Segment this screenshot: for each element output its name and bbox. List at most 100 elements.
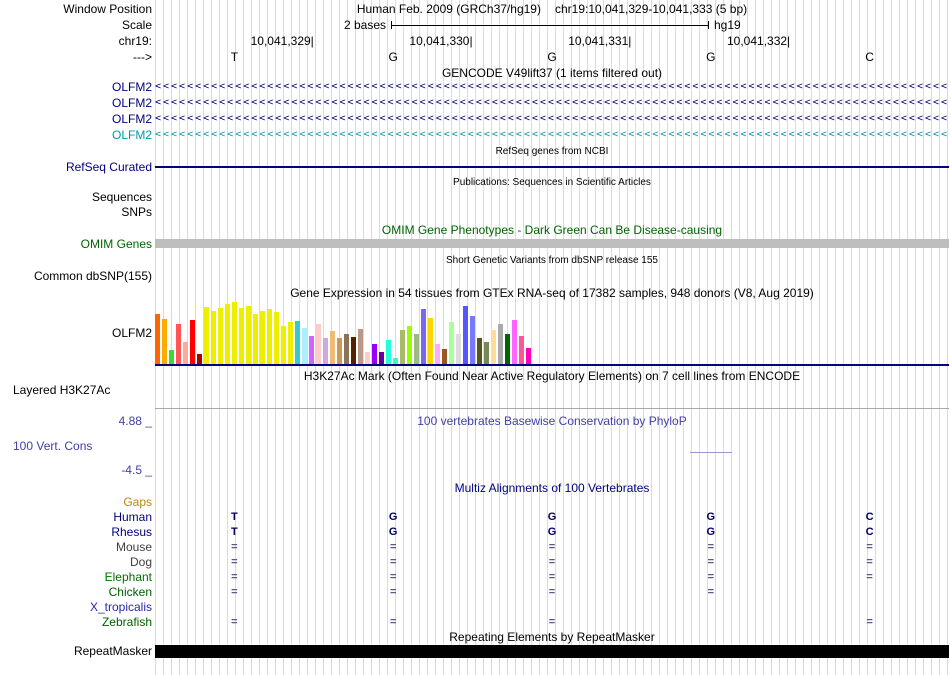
- gtex-track-title[interactable]: Gene Expression in 54 tissues from GTEx …: [155, 285, 949, 301]
- phylop-score-segment[interactable]: [690, 452, 732, 453]
- species-label-elephant[interactable]: Elephant: [0, 570, 152, 585]
- species-label-chicken[interactable]: Chicken: [0, 585, 152, 600]
- gtex-expression-bar[interactable]: [477, 338, 482, 364]
- gtex-expression-bar[interactable]: [442, 349, 447, 364]
- strand-direction-label: --->: [133, 50, 152, 64]
- phylop-track-title[interactable]: 100 vertebrates Basewise Conservation by…: [155, 413, 949, 429]
- h3k27ac-label[interactable]: Layered H3K27Ac: [0, 382, 152, 398]
- gtex-expression-bar[interactable]: [302, 328, 307, 364]
- refseq-curated-label[interactable]: RefSeq Curated: [0, 159, 152, 175]
- gene-label[interactable]: OLFM2: [0, 111, 152, 127]
- gtex-expression-bar[interactable]: [491, 330, 496, 364]
- gtex-expression-bar[interactable]: [358, 329, 363, 364]
- window-position-row: Window Position Human Feb. 2009 (GRCh37/…: [0, 1, 950, 17]
- gtex-expression-bar[interactable]: [498, 324, 503, 364]
- species-label-rhesus[interactable]: Rhesus: [0, 525, 152, 540]
- gtex-expression-bar[interactable]: [407, 326, 412, 364]
- gtex-expression-bar[interactable]: [295, 321, 300, 364]
- gtex-expression-bar[interactable]: [183, 342, 188, 364]
- species-label-human[interactable]: Human: [0, 510, 152, 525]
- gtex-expression-bar[interactable]: [435, 344, 440, 364]
- gtex-expression-bar[interactable]: [197, 354, 202, 364]
- gtex-expression-bar[interactable]: [505, 334, 510, 364]
- alignment-base: =: [548, 556, 556, 568]
- gtex-expression-bar[interactable]: [239, 308, 244, 364]
- scale-value: 2 bases: [343, 18, 386, 32]
- gtex-expression-bar[interactable]: [330, 331, 335, 364]
- gtex-expression-bar[interactable]: [323, 338, 328, 364]
- gtex-expression-bar[interactable]: [211, 311, 216, 364]
- scale-label: Scale: [121, 18, 152, 32]
- gtex-expression-bar[interactable]: [386, 340, 391, 364]
- species-label-zebrafish[interactable]: Zebrafish: [0, 615, 152, 630]
- gtex-expression-bar[interactable]: [470, 316, 475, 364]
- alignment-base: T: [231, 526, 238, 538]
- gtex-expression-bar[interactable]: [379, 352, 384, 364]
- species-label-dog[interactable]: Dog: [0, 555, 152, 570]
- gtex-expression-bar[interactable]: [267, 309, 272, 364]
- multiz-track-title[interactable]: Multiz Alignments of 100 Vertebrates: [155, 480, 949, 496]
- gtex-expression-bar[interactable]: [169, 350, 174, 364]
- gtex-expression-bar[interactable]: [253, 314, 258, 364]
- gtex-expression-bar[interactable]: [281, 326, 286, 364]
- species-label-gaps[interactable]: Gaps: [0, 495, 152, 510]
- gtex-expression-bar[interactable]: [365, 352, 370, 364]
- gene-label[interactable]: OLFM2: [0, 127, 152, 143]
- gene-label[interactable]: OLFM2: [0, 79, 152, 95]
- gtex-expression-bar[interactable]: [372, 344, 377, 364]
- refseq-track-title[interactable]: RefSeq genes from NCBI: [155, 145, 949, 159]
- transcript-item[interactable]: <<<<<<<<<<<<<<<<<<<<<<<<<<<<<<<<<<<<<<<<…: [155, 111, 949, 127]
- transcript-item[interactable]: <<<<<<<<<<<<<<<<<<<<<<<<<<<<<<<<<<<<<<<<…: [155, 127, 949, 143]
- transcript-item[interactable]: <<<<<<<<<<<<<<<<<<<<<<<<<<<<<<<<<<<<<<<<…: [155, 95, 949, 111]
- gtex-expression-bar[interactable]: [190, 320, 195, 364]
- gtex-expression-bar[interactable]: [344, 334, 349, 364]
- gtex-gene-label[interactable]: OLFM2: [0, 325, 152, 341]
- gtex-expression-bar[interactable]: [484, 342, 489, 364]
- dbsnp-track-title[interactable]: Short Genetic Variants from dbSNP releas…: [155, 254, 949, 268]
- gtex-expression-bar[interactable]: [218, 308, 223, 364]
- gtex-expression-bar[interactable]: [162, 319, 167, 364]
- omim-genes-label[interactable]: OMIM Genes: [0, 236, 152, 252]
- gtex-expression-bar[interactable]: [512, 320, 517, 364]
- repeatmasker-label[interactable]: RepeatMasker: [0, 643, 152, 659]
- gtex-expression-bar[interactable]: [449, 322, 454, 364]
- gtex-expression-bar[interactable]: [526, 348, 531, 364]
- gtex-expression-bar[interactable]: [519, 336, 524, 364]
- gtex-expression-bar[interactable]: [288, 322, 293, 364]
- sequences-label[interactable]: Sequences: [0, 189, 152, 205]
- gtex-expression-bar[interactable]: [176, 324, 181, 364]
- alignment-base: =: [548, 586, 556, 598]
- gtex-expression-bar[interactable]: [246, 306, 251, 364]
- gtex-expression-bar[interactable]: [155, 314, 160, 364]
- gtex-expression-bar[interactable]: [463, 306, 468, 364]
- alignment-base: G: [388, 511, 398, 523]
- gtex-expression-bar[interactable]: [414, 334, 419, 364]
- gtex-expression-bar[interactable]: [232, 302, 237, 364]
- gene-label[interactable]: OLFM2: [0, 95, 152, 111]
- gtex-expression-bar[interactable]: [421, 309, 426, 364]
- gtex-expression-bar[interactable]: [204, 307, 209, 364]
- gtex-expression-bar[interactable]: [316, 324, 321, 364]
- publications-track-title[interactable]: Publications: Sequences in Scientific Ar…: [155, 176, 949, 190]
- species-label-mouse[interactable]: Mouse: [0, 540, 152, 555]
- gtex-expression-bar[interactable]: [274, 312, 279, 364]
- gtex-expression-bar[interactable]: [351, 337, 356, 364]
- snps-label[interactable]: SNPs: [0, 204, 152, 220]
- transcript-item[interactable]: <<<<<<<<<<<<<<<<<<<<<<<<<<<<<<<<<<<<<<<<…: [155, 79, 949, 95]
- refseq-gene-item[interactable]: [155, 166, 949, 168]
- species-label-x-tropicalis[interactable]: X_tropicalis: [0, 600, 152, 615]
- alignment-base: =: [866, 571, 873, 583]
- gtex-expression-bar[interactable]: [309, 336, 314, 364]
- omim-gene-item[interactable]: [155, 239, 949, 248]
- phylop-track-label[interactable]: 100 Vert. Cons: [0, 438, 152, 454]
- gtex-expression-bar[interactable]: [337, 338, 342, 364]
- gtex-expression-bar[interactable]: [260, 311, 265, 364]
- alignment-base: =: [231, 541, 238, 553]
- gtex-expression-bar[interactable]: [225, 304, 230, 364]
- repeatmasker-item[interactable]: [155, 645, 949, 658]
- gtex-expression-bar[interactable]: [456, 334, 461, 364]
- phylop-title-row: 4.88 _ 100 vertebrates Basewise Conserva…: [0, 413, 950, 429]
- gtex-expression-bar[interactable]: [400, 330, 405, 364]
- gtex-expression-bar[interactable]: [428, 318, 433, 364]
- dbsnp-label[interactable]: Common dbSNP(155): [0, 268, 152, 284]
